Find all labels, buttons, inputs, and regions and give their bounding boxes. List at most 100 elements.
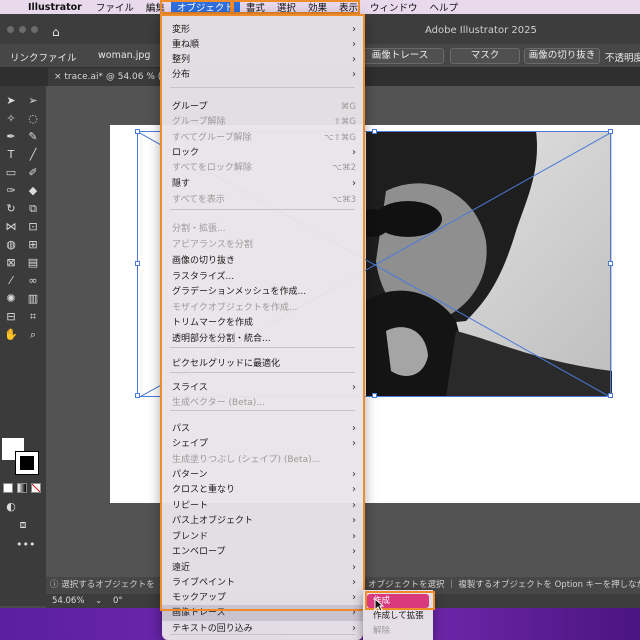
crop-image-button[interactable]: 画像の切り抜き bbox=[524, 48, 600, 64]
paintbrush-tool-icon[interactable]: ✐ bbox=[26, 166, 40, 180]
filename-link[interactable]: woman.jpg bbox=[98, 50, 150, 61]
line-tool-icon[interactable]: ╱ bbox=[26, 148, 40, 162]
object-menu-item[interactable]: エンベロープ › bbox=[162, 544, 363, 560]
type-tool-icon[interactable]: T bbox=[4, 148, 18, 162]
hand-tool-icon[interactable]: ✋ bbox=[4, 328, 18, 342]
resize-handle-bottom-left[interactable] bbox=[135, 393, 140, 398]
resize-handle-top-left[interactable] bbox=[135, 129, 140, 134]
screen-mode-icon[interactable]: ⧈ bbox=[16, 518, 30, 532]
direct-selection-tool-icon[interactable]: ➢ bbox=[26, 94, 40, 108]
mask-button[interactable]: マスク bbox=[450, 48, 520, 64]
document-tab[interactable]: × trace.ai* @ 54.06 % (RGB bbox=[48, 68, 168, 86]
rotate-tool-icon[interactable]: ↻ bbox=[4, 202, 18, 216]
submenu-item-release[interactable]: 解除 bbox=[367, 624, 429, 638]
object-menu-item[interactable]: ラスタライズ... bbox=[162, 269, 363, 285]
eyedropper-tool-icon[interactable]: ⁄ bbox=[4, 274, 18, 288]
object-menu-item[interactable]: シェイプ › bbox=[162, 436, 363, 452]
object-menu-item[interactable]: モザイクオブジェクトを作成... bbox=[162, 300, 363, 316]
artboard-tool-icon[interactable]: ⊟ bbox=[4, 310, 18, 324]
stroke-swatch[interactable] bbox=[15, 451, 39, 475]
more-tools-icon[interactable]: ••• bbox=[16, 538, 35, 552]
resize-handle-left[interactable] bbox=[135, 261, 140, 266]
zoom-tool-icon[interactable]: ⌕ bbox=[26, 328, 40, 342]
gradient-mode-button[interactable] bbox=[17, 483, 27, 493]
object-menu-item[interactable]: パターン › bbox=[162, 467, 363, 483]
resize-handle-bottom[interactable] bbox=[372, 393, 377, 398]
resize-handle-right[interactable] bbox=[608, 261, 613, 266]
object-menu-item[interactable]: 画像の切り抜き bbox=[162, 253, 363, 269]
shape-builder-tool-icon[interactable]: ◍ bbox=[4, 238, 18, 252]
object-menu-item[interactable]: ブレンド › bbox=[162, 529, 363, 545]
menu-select[interactable]: 選択 bbox=[271, 0, 302, 14]
image-trace-button[interactable]: 画像トレース bbox=[356, 48, 444, 64]
menu-object[interactable]: オブジェクト bbox=[170, 0, 240, 14]
object-menu-item[interactable]: スライス › bbox=[162, 380, 363, 396]
resize-handle-top-right[interactable] bbox=[608, 129, 613, 134]
graph-tool-icon[interactable]: ▥ bbox=[26, 292, 40, 306]
object-menu-item[interactable]: すべてをロック解除 ⌥⌘2 bbox=[162, 160, 363, 176]
selection-tool-icon[interactable]: ➤ bbox=[4, 94, 18, 108]
resize-handle-bottom-right[interactable] bbox=[608, 393, 613, 398]
object-menu-item[interactable]: 生成塗りつぶし (シェイプ) (Beta)... bbox=[162, 452, 363, 468]
object-menu-item[interactable]: ライブペイント › bbox=[162, 575, 363, 591]
object-menu-item[interactable]: 分割・拡張... bbox=[162, 221, 363, 237]
color-mode-button[interactable] bbox=[3, 483, 13, 493]
menu-window[interactable]: ウィンドウ bbox=[364, 0, 424, 14]
draw-mode-icon[interactable]: ◐ bbox=[4, 500, 18, 514]
object-menu-item[interactable]: 重ね順 › bbox=[162, 37, 363, 53]
slice-tool-icon[interactable]: ⌗ bbox=[26, 310, 40, 324]
object-menu-item[interactable]: すべてグループ解除 ⌥⇧⌘G bbox=[162, 130, 363, 146]
object-menu-item[interactable]: すべてを表示 ⌥⌘3 bbox=[162, 192, 363, 208]
home-icon[interactable]: ⌂ bbox=[52, 25, 60, 39]
object-menu-item[interactable]: トリムマークを作成 bbox=[162, 315, 363, 331]
menu-view[interactable]: 表示 bbox=[333, 0, 364, 14]
pen-tool-icon[interactable]: ✒ bbox=[4, 130, 18, 144]
object-menu-item[interactable]: グループ解除 ⇧⌘G bbox=[162, 114, 363, 130]
app-menu[interactable]: Illustrator bbox=[22, 2, 90, 13]
object-menu-item[interactable]: モックアップ › bbox=[162, 590, 363, 606]
object-menu-item[interactable]: 生成ベクター (Beta)... bbox=[162, 395, 363, 411]
width-tool-icon[interactable]: ⋈ bbox=[4, 220, 18, 234]
mesh-tool-icon[interactable]: ⊠ bbox=[4, 256, 18, 270]
perspective-grid-tool-icon[interactable]: ⊞ bbox=[26, 238, 40, 252]
rectangle-tool-icon[interactable]: ▭ bbox=[4, 166, 18, 180]
object-menu-item[interactable]: 透明部分を分割・統合... bbox=[162, 331, 363, 347]
gradient-tool-icon[interactable]: ▤ bbox=[26, 256, 40, 270]
object-menu-item[interactable]: アピアランスを分割 bbox=[162, 237, 363, 253]
object-menu-item[interactable]: 変形 › bbox=[162, 22, 363, 38]
menu-file[interactable]: ファイル bbox=[90, 0, 140, 14]
shaper-tool-icon[interactable]: ✑ bbox=[4, 184, 18, 198]
minimize-window-button[interactable] bbox=[19, 26, 26, 33]
symbol-sprayer-tool-icon[interactable]: ✺ bbox=[4, 292, 18, 306]
menu-type[interactable]: 書式 bbox=[240, 0, 271, 14]
blend-tool-icon[interactable]: ∞ bbox=[26, 274, 40, 288]
opacity-label[interactable]: 不透明度 bbox=[605, 50, 640, 64]
free-transform-tool-icon[interactable]: ⊡ bbox=[26, 220, 40, 234]
linked-file-link[interactable]: リンクファイル bbox=[10, 50, 77, 64]
menu-effect[interactable]: 効果 bbox=[302, 0, 333, 14]
curvature-tool-icon[interactable]: ✎ bbox=[26, 130, 40, 144]
magic-wand-tool-icon[interactable]: ✧ bbox=[4, 112, 18, 126]
menu-help[interactable]: ヘルプ bbox=[423, 0, 464, 14]
none-mode-button[interactable] bbox=[31, 483, 41, 493]
object-menu-item[interactable]: 遠近 › bbox=[162, 560, 363, 576]
menu-edit[interactable]: 編集 bbox=[140, 0, 171, 14]
object-menu-item[interactable]: ロック › bbox=[162, 145, 363, 161]
object-menu-item[interactable]: 整列 › bbox=[162, 52, 363, 68]
object-menu-item[interactable]: 隠す › bbox=[162, 176, 363, 192]
zoom-window-button[interactable] bbox=[31, 26, 38, 33]
zoom-level[interactable]: 54.06% bbox=[46, 596, 84, 606]
eraser-tool-icon[interactable]: ◆ bbox=[26, 184, 40, 198]
scale-tool-icon[interactable]: ⧉ bbox=[26, 202, 40, 216]
object-menu-item[interactable]: パス › bbox=[162, 421, 363, 437]
object-menu-item[interactable]: ピクセルグリッドに最適化 bbox=[162, 356, 363, 372]
object-menu-item[interactable]: グラデーションメッシュを作成... bbox=[162, 284, 363, 300]
zoom-dropdown-icon[interactable]: ⌄ bbox=[87, 596, 102, 606]
object-menu-item[interactable]: リピート › bbox=[162, 498, 363, 514]
object-menu-item[interactable]: グループ ⌘G bbox=[162, 99, 363, 115]
object-menu-item[interactable]: クロスと重なり › bbox=[162, 482, 363, 498]
resize-handle-top[interactable] bbox=[372, 129, 377, 134]
rotation-value[interactable]: 0° bbox=[105, 596, 123, 606]
object-menu-item[interactable]: 画像トレース › bbox=[162, 605, 363, 621]
object-menu-item[interactable]: パス上オブジェクト › bbox=[162, 513, 363, 529]
